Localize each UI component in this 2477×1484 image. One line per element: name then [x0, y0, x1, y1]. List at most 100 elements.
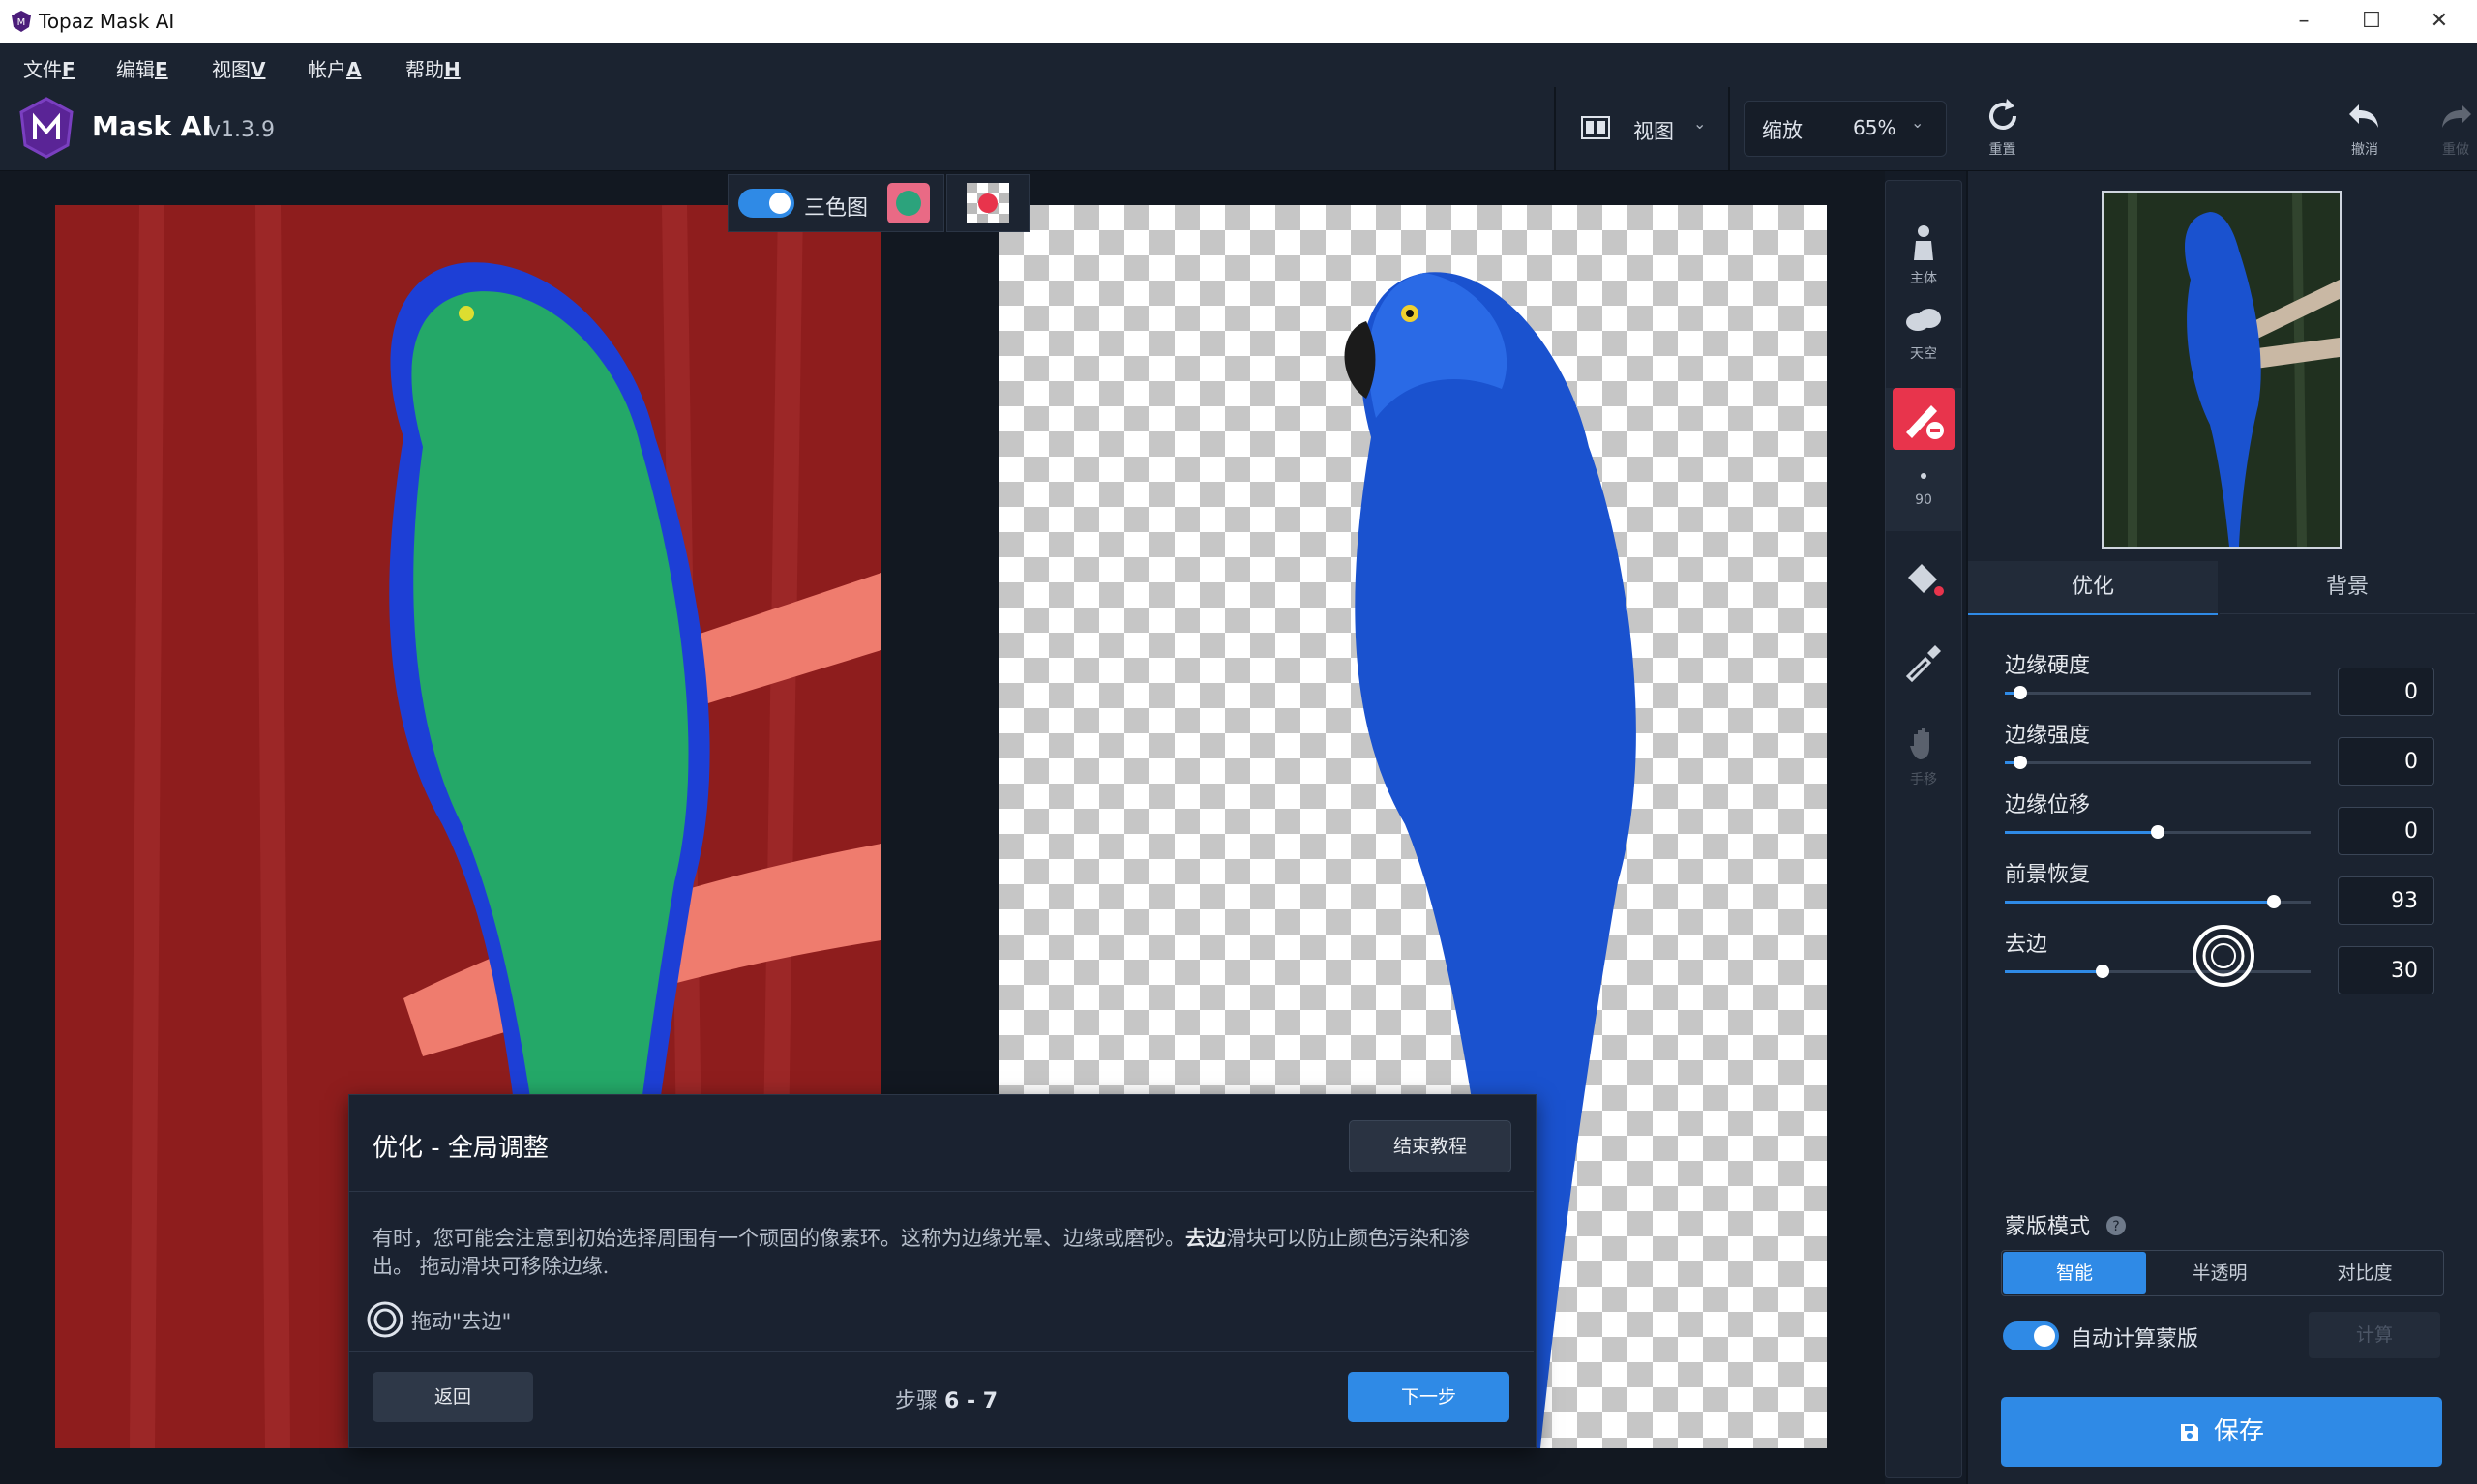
slider-track[interactable] — [2005, 895, 2311, 908]
eyedropper-tool[interactable] — [1886, 639, 1961, 686]
mask-preview-icon — [967, 183, 1009, 223]
cloud-icon — [1906, 309, 1941, 331]
tutorial-body: 有时，您可能会注意到初始选择周围有一个顽固的像素环。这称为边缘光晕、边缘或磨砂。… — [373, 1226, 1470, 1278]
slider-handle[interactable] — [2013, 756, 2027, 769]
hand-tool[interactable]: 手移 — [1886, 725, 1961, 788]
save-button[interactable]: 保存 — [2001, 1397, 2442, 1467]
slider-handle[interactable] — [2151, 825, 2164, 839]
slider-label: 前景恢复 — [2005, 863, 2091, 887]
header-divider — [1554, 87, 1556, 170]
end-tutorial-button[interactable]: 结束教程 — [1349, 1120, 1511, 1172]
slider-value-input[interactable]: 0 — [2338, 807, 2434, 855]
erase-brush-tool[interactable] — [1893, 388, 1955, 450]
minimize-button[interactable]: – — [2270, 0, 2338, 43]
undo-button[interactable]: 撤消 — [2326, 97, 2403, 159]
fill-tool[interactable] — [1886, 560, 1961, 607]
divider — [349, 1191, 1534, 1192]
slider-track[interactable] — [2005, 756, 2311, 769]
svg-text:?: ? — [2112, 1219, 2119, 1234]
tool-strip: 主体 天空 90 手移 — [1885, 180, 1962, 1478]
person-icon — [1914, 225, 1933, 260]
window-title: Topaz Mask AI — [39, 10, 175, 33]
drag-target-icon — [367, 1301, 403, 1338]
slider-fill — [2005, 901, 2275, 904]
auto-compute-toggle[interactable] — [2003, 1321, 2059, 1350]
header-divider — [1728, 87, 1730, 170]
tricolor-icon[interactable] — [887, 183, 930, 223]
tab-refine[interactable]: 优化 — [1968, 561, 2218, 615]
sky-tool[interactable]: 天空 — [1886, 303, 1961, 363]
mask-ai-logo-icon — [19, 97, 74, 159]
brush-minus-icon — [1906, 405, 1944, 439]
slider-value-input[interactable]: 93 — [2338, 876, 2434, 925]
split-view-icon — [1581, 116, 1610, 139]
save-icon — [2180, 1423, 2198, 1441]
menu-edit[interactable]: 编辑E — [116, 54, 168, 82]
redo-button[interactable]: 重做 — [2417, 97, 2477, 159]
tricolor-toggle-bar: 三色图 — [728, 174, 944, 232]
slider-value-input[interactable]: 0 — [2338, 737, 2434, 786]
menu-account[interactable]: 帐户A — [308, 54, 361, 82]
brush-size-dot — [1921, 473, 1926, 479]
slider-track[interactable] — [2005, 825, 2311, 839]
brush-tool-group: 90 — [1886, 388, 1961, 531]
slider-fill — [2005, 831, 2158, 834]
help-icon[interactable]: ? — [2105, 1215, 2127, 1236]
slider-handle[interactable] — [2096, 965, 2110, 978]
slider-handle[interactable] — [2267, 895, 2282, 908]
redo-icon — [2442, 104, 2471, 128]
chevron-down-icon: ⌄ — [1911, 113, 1925, 132]
tab-background[interactable]: 背景 — [2220, 561, 2475, 614]
slider-fill — [2005, 970, 2104, 973]
hand-label: 手移 — [1910, 772, 1937, 787]
slider-label: 边缘位移 — [2005, 793, 2091, 817]
app-name: Mask AI — [92, 110, 212, 142]
slider-label: 去边 — [2005, 933, 2048, 957]
paint-bucket-icon — [1908, 564, 1944, 596]
zoom-value: 65% — [1853, 116, 1896, 139]
slider-label: 边缘硬度 — [2005, 654, 2091, 678]
compute-button[interactable]: 计算 — [2309, 1312, 2440, 1358]
subject-label: 主体 — [1910, 271, 1937, 286]
close-button[interactable]: ✕ — [2405, 0, 2473, 43]
reset-label: 重置 — [1988, 142, 2016, 158]
zoom-dropdown[interactable]: 缩放 65% ⌄ — [1744, 101, 1947, 157]
slider-value-input[interactable]: 0 — [2338, 668, 2434, 716]
undo-label: 撤消 — [2351, 142, 2378, 158]
menu-file[interactable]: 文件F — [23, 54, 75, 82]
menu-view[interactable]: 视图V — [212, 54, 265, 82]
svg-text:M: M — [17, 17, 26, 28]
maximize-button[interactable]: ☐ — [2338, 0, 2405, 43]
menu-bar: 文件F 编辑E 视图V 帐户A 帮助H — [0, 43, 2477, 88]
drag-hint: 拖动"去边" — [411, 1310, 512, 1333]
brush-size-value[interactable]: 90 — [1886, 492, 1961, 508]
app-version: v1.3.9 — [208, 118, 275, 142]
divider — [349, 1351, 1534, 1352]
thumbnail-image — [2104, 193, 2340, 547]
history-toolbar: 重置 撤消 重做 — [1966, 87, 2477, 171]
menu-help[interactable]: 帮助H — [405, 54, 461, 82]
subject-tool[interactable]: 主体 — [1886, 223, 1961, 287]
tricolor-toggle[interactable] — [738, 189, 794, 218]
mask-mode-contrast[interactable]: 对比度 — [2293, 1252, 2436, 1294]
save-label: 保存 — [2213, 1417, 2264, 1446]
slider-handle[interactable] — [2013, 686, 2027, 699]
mask-mode-translucent[interactable]: 半透明 — [2148, 1252, 2291, 1294]
view-label: 视图 — [1633, 120, 1674, 143]
next-button[interactable]: 下一步 — [1348, 1372, 1509, 1422]
window-titlebar: M Topaz Mask AI – ☐ ✕ — [0, 0, 2477, 43]
reset-button[interactable]: 重置 — [1966, 97, 2039, 159]
slider-track[interactable] — [2005, 686, 2311, 699]
mask-mode-smart[interactable]: 智能 — [2003, 1252, 2146, 1294]
slider-value-input[interactable]: 30 — [2338, 946, 2434, 994]
back-button[interactable]: 返回 — [373, 1372, 533, 1422]
mask-view-button[interactable] — [946, 174, 1030, 232]
tricolor-label: 三色图 — [804, 196, 869, 221]
zoom-label: 缩放 — [1762, 119, 1803, 142]
app-logo-icon: M — [12, 11, 31, 32]
hand-icon — [1910, 728, 1929, 759]
navigator-thumbnail[interactable] — [2102, 191, 2342, 549]
slider-track[interactable] — [2005, 965, 2311, 978]
slider-label: 边缘强度 — [2005, 724, 2091, 748]
sky-label: 天空 — [1910, 346, 1937, 362]
